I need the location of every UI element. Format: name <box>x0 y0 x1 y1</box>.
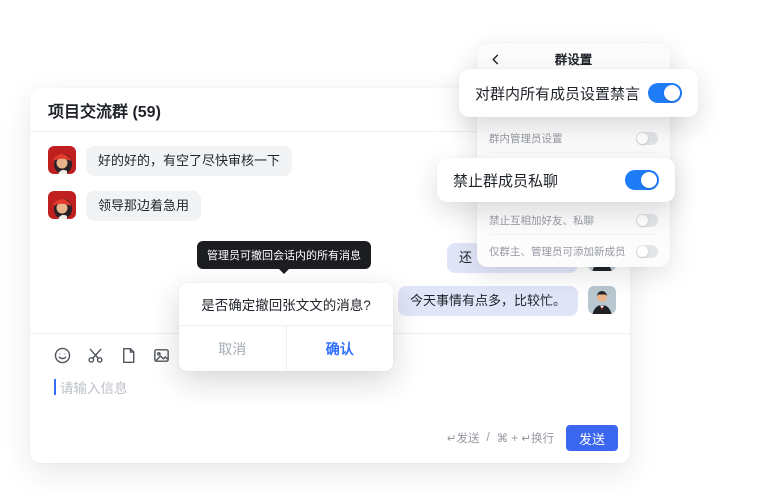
toggle-switch[interactable] <box>636 214 658 227</box>
dialog-question: 是否确定撤回张文文的消息? <box>201 298 371 313</box>
avatar[interactable] <box>48 146 76 174</box>
input-placeholder: 请输入信息 <box>60 381 128 396</box>
toggle-switch[interactable] <box>636 132 658 145</box>
recall-tooltip: 管理员可撤回会话内的所有消息 <box>197 241 371 274</box>
settings-row: 群内管理员设置 <box>489 125 658 153</box>
message-bubble[interactable]: 好的好的，有空了尽快审核一下 <box>86 146 293 176</box>
scissors-icon[interactable] <box>85 345 105 365</box>
settings-row-label: 禁止互相加好友、私聊 <box>489 215 594 227</box>
avatar[interactable] <box>48 191 76 219</box>
send-button[interactable]: 发送 <box>565 425 618 451</box>
forbid-private-chat-card: 禁止群成员私聊 <box>437 158 675 202</box>
composer-toolbar <box>52 345 171 365</box>
setting-card-label: 对群内所有成员设置禁言 <box>475 85 641 103</box>
hint-newline: ⌘ + ↵换行 <box>496 433 554 445</box>
dialog-buttons: 取消 确认 <box>179 325 393 371</box>
toggle-switch[interactable] <box>625 170 659 190</box>
settings-row-label: 仅群主、管理员可添加新成员 <box>489 245 626 258</box>
hint-enter: ↵发送 <box>446 433 480 445</box>
woman-avatar-image <box>48 191 76 219</box>
hint-divider: / <box>486 432 490 444</box>
send-shortcut-hint: ↵发送 / ⌘ + ↵换行 <box>447 430 554 446</box>
message-bubble[interactable]: 今天事情有点多，比较忙。 <box>397 286 578 316</box>
message-input[interactable]: 请输入信息 <box>54 377 128 397</box>
file-icon[interactable] <box>118 345 138 365</box>
recall-confirm-dialog: 是否确定撤回张文文的消息? 取消 确认 <box>179 283 393 371</box>
man-avatar-image <box>588 286 616 314</box>
message-row: 好的好的，有空了尽快审核一下 <box>48 146 293 176</box>
cancel-button[interactable]: 取消 <box>179 326 286 371</box>
settings-title: 群设置 <box>554 53 593 67</box>
screenshot-stage: 项目交流群 (59) 好的好的，有空了尽快审核一下 领导那边着急用 还 今天事情… <box>0 0 768 500</box>
settings-row: 仅群主、管理员可添加新成员 <box>489 237 658 265</box>
toggle-switch[interactable] <box>636 244 658 258</box>
chevron-left-icon[interactable] <box>487 51 503 67</box>
confirm-button[interactable]: 确认 <box>285 326 394 371</box>
settings-row: 禁止互相加好友、私聊 <box>489 207 658 235</box>
emoji-icon[interactable] <box>52 345 72 365</box>
message-row: 今天事情有点多，比较忙。 <box>397 286 616 316</box>
woman-avatar-image <box>48 146 76 174</box>
settings-row-label: 群内管理员设置 <box>489 133 563 145</box>
text-caret <box>54 379 56 395</box>
message-row: 领导那边着急用 <box>48 191 202 221</box>
mute-all-members-card: 对群内所有成员设置禁言 <box>459 69 698 117</box>
setting-card-label: 禁止群成员私聊 <box>453 172 559 190</box>
avatar[interactable] <box>588 286 616 314</box>
composer-footer: ↵发送 / ⌘ + ↵换行 发送 <box>447 425 618 451</box>
message-bubble[interactable]: 领导那边着急用 <box>86 191 202 221</box>
toggle-switch[interactable] <box>648 83 682 103</box>
image-icon[interactable] <box>151 345 171 365</box>
